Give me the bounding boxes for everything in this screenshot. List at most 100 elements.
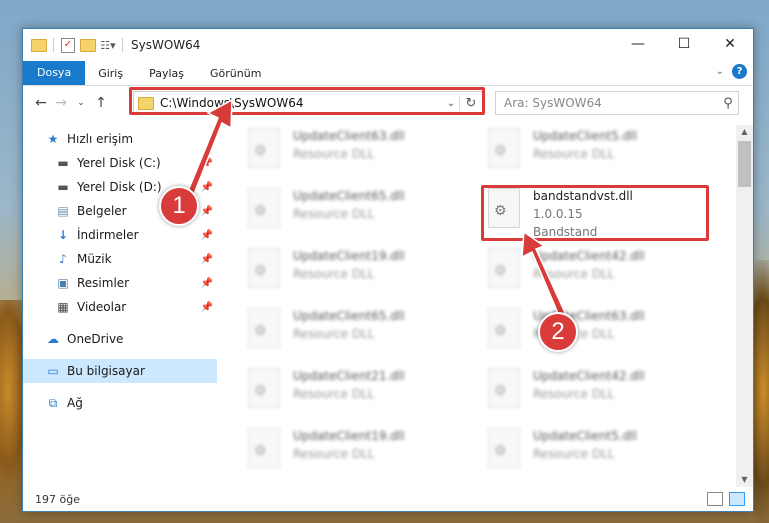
pin-icon: 📌 bbox=[200, 157, 213, 169]
recent-locations-icon[interactable]: ⌄ bbox=[71, 98, 91, 108]
pin-icon: 📌 bbox=[200, 253, 213, 265]
file-explorer-window: ✓ ☷▾ SysWOW64 — ☐ ✕ Dosya Giriş Paylaş G… bbox=[22, 28, 754, 512]
file-highlight-box bbox=[481, 185, 709, 241]
item-count: 197 öğe bbox=[35, 492, 80, 506]
tiles-view-icon[interactable] bbox=[729, 492, 745, 506]
minimize-button[interactable]: — bbox=[615, 29, 661, 59]
search-placeholder: Ara: SysWOW64 bbox=[504, 96, 602, 110]
pin-icon: 📌 bbox=[200, 301, 213, 313]
file-item[interactable]: ⚙ UpdateClient63.dll Resource DLL bbox=[238, 125, 468, 183]
dll-file-icon: ⚙ bbox=[254, 443, 267, 459]
computer-icon: ▭ bbox=[47, 364, 59, 378]
navigation-pane: ★ Hızlı erişim ▬ Yerel Disk (C:) 📌 ▬ Yer… bbox=[23, 125, 217, 475]
documents-icon: ▤ bbox=[57, 204, 69, 218]
tab-home[interactable]: Giriş bbox=[85, 67, 136, 80]
dll-file-icon: ⚙ bbox=[254, 143, 267, 159]
file-item[interactable]: ⚙ UpdateClient21.dll Resource DLL bbox=[238, 365, 468, 423]
new-folder-icon[interactable] bbox=[80, 37, 96, 53]
file-item[interactable]: ⚙ UpdateClient42.dll Resource DLL bbox=[478, 245, 708, 303]
maximize-button[interactable]: ☐ bbox=[661, 29, 707, 59]
search-icon[interactable]: ⚲ bbox=[718, 96, 738, 111]
sidebar-item-onedrive[interactable]: ☁ OneDrive bbox=[23, 327, 217, 351]
details-view-icon[interactable] bbox=[707, 492, 723, 506]
scroll-down-icon[interactable]: ▼ bbox=[736, 473, 753, 487]
tab-file[interactable]: Dosya bbox=[23, 61, 86, 85]
help-icon[interactable]: ? bbox=[732, 64, 747, 79]
folder-icon[interactable] bbox=[31, 37, 47, 53]
expand-ribbon-icon[interactable]: ⌄ bbox=[716, 66, 724, 77]
pin-icon: 📌 bbox=[200, 205, 213, 217]
sidebar-item-label: Ağ bbox=[67, 396, 83, 410]
file-item[interactable]: ⚙ UpdateClient42.dll Resource DLL bbox=[478, 365, 708, 423]
dll-file-icon: ⚙ bbox=[494, 143, 507, 159]
file-item[interactable]: ⚙ UpdateClient19.dll Resource DLL bbox=[238, 245, 468, 303]
ribbon-tabs: Dosya Giriş Paylaş Görünüm ⌄ ? bbox=[23, 61, 753, 86]
file-item[interactable]: ⚙ UpdateClient65.dll Resource DLL bbox=[238, 305, 468, 363]
sidebar-item-videos[interactable]: ▦ Videolar 📌 bbox=[23, 295, 217, 319]
search-input[interactable]: Ara: SysWOW64 ⚲ bbox=[495, 91, 739, 115]
title-bar: ✓ ☷▾ SysWOW64 — ☐ ✕ bbox=[23, 29, 753, 61]
quick-access-toolbar: ✓ ☷▾ bbox=[23, 37, 125, 53]
dll-file-icon: ⚙ bbox=[494, 323, 507, 339]
download-icon: ↓ bbox=[57, 228, 69, 242]
vertical-scrollbar[interactable]: ▲ ▼ bbox=[736, 125, 753, 487]
pictures-icon: ▣ bbox=[57, 276, 69, 290]
network-icon: ⧉ bbox=[48, 395, 58, 410]
pin-icon: 📌 bbox=[200, 181, 213, 193]
pin-icon: 📌 bbox=[200, 277, 213, 289]
tab-share[interactable]: Paylaş bbox=[136, 67, 197, 80]
status-bar: 197 öğe bbox=[23, 487, 753, 511]
file-item[interactable]: ⚙ UpdateClient19.dll Resource DLL bbox=[238, 425, 468, 475]
window-title: SysWOW64 bbox=[131, 38, 201, 52]
file-list: ⚙ UpdateClient63.dll Resource DLL ⚙ Upda… bbox=[228, 125, 733, 475]
back-arrow-icon[interactable]: ← bbox=[31, 95, 51, 111]
dll-file-icon: ⚙ bbox=[254, 203, 267, 219]
file-item[interactable]: ⚙ UpdateClient5.dll Resource DLL bbox=[478, 125, 708, 183]
file-item[interactable]: ⚙ UpdateClient65.dll Resource DLL bbox=[238, 185, 468, 243]
navigation-bar: ← → ⌄ ↑ C:\Windows\SysWOW64 ⌄ ↻ Ara: Sys… bbox=[23, 86, 753, 120]
sidebar-item-this-pc[interactable]: ▭ Bu bilgisayar bbox=[23, 359, 217, 383]
scrollbar-thumb[interactable] bbox=[738, 141, 751, 187]
dll-file-icon: ⚙ bbox=[254, 383, 267, 399]
address-highlight-box bbox=[129, 87, 485, 115]
forward-arrow-icon[interactable]: → bbox=[51, 95, 71, 111]
sidebar-item-pictures[interactable]: ▣ Resimler 📌 bbox=[23, 271, 217, 295]
star-icon: ★ bbox=[47, 132, 59, 146]
sidebar-item-label: Bu bilgisayar bbox=[67, 364, 145, 378]
callout-step-2: 2 bbox=[538, 312, 578, 352]
sidebar-item-network[interactable]: ⧉ Ağ bbox=[23, 391, 217, 415]
drive-icon: ▬ bbox=[57, 180, 69, 194]
sidebar-item-quick-access[interactable]: ★ Hızlı erişim bbox=[23, 127, 217, 151]
up-arrow-icon[interactable]: ↑ bbox=[91, 95, 111, 111]
callout-step-1: 1 bbox=[159, 186, 199, 226]
sidebar-item-label: İndirmeler bbox=[77, 228, 139, 242]
dll-file-icon: ⚙ bbox=[254, 323, 267, 339]
pin-icon: 📌 bbox=[200, 229, 213, 241]
sidebar-item-downloads[interactable]: ↓ İndirmeler 📌 bbox=[23, 223, 217, 247]
tab-view[interactable]: Görünüm bbox=[197, 67, 274, 80]
file-item[interactable]: ⚙ UpdateClient63.dll Resource DLL bbox=[478, 305, 708, 363]
sidebar-item-label: Resimler bbox=[77, 276, 130, 290]
sidebar-item-label: Videolar bbox=[77, 300, 127, 314]
sidebar-item-label: Yerel Disk (D:) bbox=[77, 180, 162, 194]
properties-icon[interactable]: ✓ bbox=[60, 37, 76, 53]
dll-file-icon: ⚙ bbox=[254, 263, 267, 279]
cloud-icon: ☁ bbox=[47, 332, 59, 346]
sidebar-item-music[interactable]: ♪ Müzik 📌 bbox=[23, 247, 217, 271]
customize-toolbar-icon[interactable]: ☷▾ bbox=[100, 37, 116, 53]
dll-file-icon: ⚙ bbox=[494, 263, 507, 279]
file-item[interactable]: ⚙ UpdateClient5.dll Resource DLL bbox=[478, 425, 708, 475]
sidebar-item-local-disk-c[interactable]: ▬ Yerel Disk (C:) 📌 bbox=[23, 151, 217, 175]
dll-file-icon: ⚙ bbox=[494, 443, 507, 459]
drive-icon: ▬ bbox=[57, 156, 69, 170]
sidebar-item-label: Müzik bbox=[77, 252, 112, 266]
videos-icon: ▦ bbox=[57, 300, 69, 314]
dll-file-icon: ⚙ bbox=[494, 383, 507, 399]
sidebar-item-label: Belgeler bbox=[77, 204, 127, 218]
close-button[interactable]: ✕ bbox=[707, 29, 753, 59]
sidebar-item-label: Hızlı erişim bbox=[67, 132, 134, 146]
sidebar-item-label: OneDrive bbox=[67, 332, 124, 346]
music-icon: ♪ bbox=[59, 252, 67, 266]
sidebar-item-label: Yerel Disk (C:) bbox=[77, 156, 161, 170]
scroll-up-icon[interactable]: ▲ bbox=[736, 125, 753, 139]
